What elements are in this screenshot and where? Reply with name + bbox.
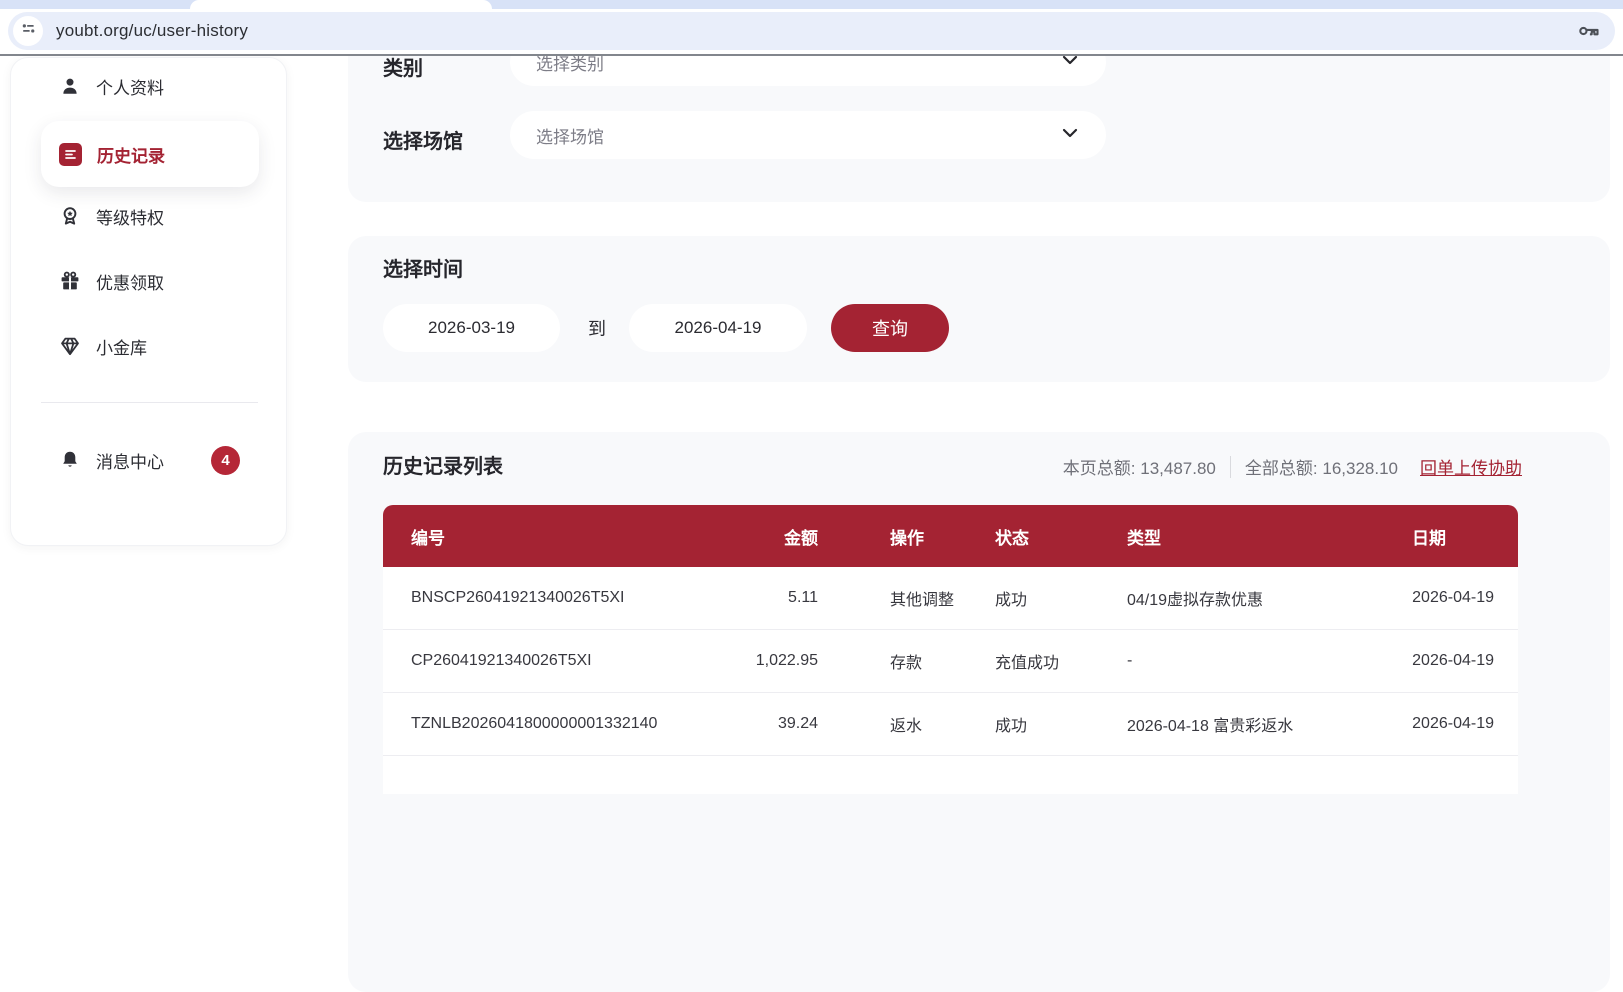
cell-date: 2026-04-19 bbox=[1412, 715, 1494, 732]
sidebar-item-label: 消息中心 bbox=[96, 452, 164, 472]
col-id: 编号 bbox=[411, 528, 445, 548]
table-row: CP26041921340026T5XI 1,022.95 存款 充值成功 - … bbox=[383, 630, 1518, 693]
table-header-row: 编号 金额 操作 状态 类型 日期 bbox=[383, 505, 1518, 567]
browser-active-tab[interactable] bbox=[190, 0, 492, 9]
col-type: 类型 bbox=[1127, 528, 1161, 548]
history-table: 编号 金额 操作 状态 类型 日期 BNSCP26041921340026T5X… bbox=[383, 505, 1518, 794]
cell-status: 充值成功 bbox=[995, 655, 1060, 672]
sidebar-item-profile[interactable]: 个人资料 bbox=[59, 70, 164, 102]
cell-amount: 39.24 bbox=[777, 715, 818, 732]
totals-divider bbox=[1229, 455, 1231, 478]
col-action: 操作 bbox=[890, 528, 924, 548]
page-total: 本页总额: 13,487.80 bbox=[1062, 459, 1216, 478]
col-status: 状态 bbox=[995, 528, 1029, 548]
tune-icon bbox=[20, 20, 37, 42]
col-amount: 金额 bbox=[784, 528, 818, 548]
bell-icon bbox=[59, 449, 81, 471]
cell-type: 04/19虚拟存款优惠 bbox=[1127, 592, 1264, 609]
browser-toolbar: youbt.org/uc/user-history bbox=[0, 9, 1623, 54]
venue-placeholder: 选择场馆 bbox=[536, 127, 604, 147]
sidebar-divider bbox=[41, 402, 258, 403]
url-bar[interactable]: youbt.org/uc/user-history bbox=[8, 12, 1615, 50]
person-icon bbox=[59, 75, 81, 97]
cell-action: 返水 bbox=[890, 718, 923, 735]
cell-status: 成功 bbox=[995, 718, 1028, 735]
venue-label: 选择场馆 bbox=[383, 131, 463, 153]
cell-date: 2026-04-19 bbox=[1412, 589, 1494, 606]
sidebar-item-label: 等级特权 bbox=[96, 208, 164, 228]
receipt-upload-link[interactable]: 回单上传协助 bbox=[1420, 454, 1522, 479]
category-label: 类别 bbox=[383, 58, 423, 80]
sidebar-item-label: 小金库 bbox=[96, 338, 147, 358]
table-row: BNSCP26041921340026T5XI 5.11 其他调整 成功 04/… bbox=[383, 567, 1518, 630]
time-title: 选择时间 bbox=[383, 259, 463, 281]
search-button[interactable]: 查询 bbox=[831, 304, 949, 352]
table-row-partial bbox=[383, 756, 1518, 794]
table-row: TZNLB2026041800000001332140 39.24 返水 成功 … bbox=[383, 693, 1518, 756]
browser-tabstrip bbox=[0, 0, 1623, 9]
history-card: 历史记录列表 本页总额: 13,487.80 全部总额: 16,328.10 回… bbox=[348, 432, 1610, 992]
cell-type: 2026-04-18 富贵彩返水 bbox=[1127, 718, 1294, 735]
cell-action: 存款 bbox=[890, 655, 923, 672]
to-label: 到 bbox=[588, 319, 606, 339]
sidebar-item-label: 历史记录 bbox=[97, 146, 165, 166]
cell-id: BNSCP26041921340026T5XI bbox=[411, 589, 625, 606]
sidebar-item-history[interactable]: 历史记录 bbox=[41, 121, 259, 187]
site-settings-chip[interactable] bbox=[13, 16, 43, 46]
totals-bar: 本页总额: 13,487.80 全部总额: 16,328.10 回单上传协助 bbox=[1063, 454, 1522, 479]
sidebar-item-label: 优惠领取 bbox=[96, 273, 164, 293]
cell-amount: 1,022.95 bbox=[755, 652, 818, 669]
chevron-down-icon bbox=[1060, 123, 1080, 148]
sidebar-item-label: 个人资料 bbox=[96, 78, 164, 98]
col-date: 日期 bbox=[1412, 528, 1446, 548]
cell-amount: 5.11 bbox=[788, 589, 818, 606]
cell-type: - bbox=[1127, 652, 1133, 669]
sidebar-item-messages[interactable]: 消息中心 bbox=[59, 444, 164, 476]
sidebar-item-level[interactable]: 等级特权 bbox=[59, 200, 164, 232]
cell-date: 2026-04-19 bbox=[1412, 652, 1494, 669]
cell-id: CP26041921340026T5XI bbox=[411, 652, 592, 669]
time-filter-card: 选择时间 2026-03-19 到 2026-04-19 查询 bbox=[348, 236, 1610, 382]
venue-select[interactable]: 选择场馆 bbox=[510, 111, 1106, 159]
toolbar-divider bbox=[0, 54, 1623, 56]
history-title: 历史记录列表 bbox=[383, 456, 503, 478]
date-from-input[interactable]: 2026-03-19 bbox=[383, 304, 560, 352]
gem-icon bbox=[59, 335, 81, 357]
sidebar-item-vault[interactable]: 小金库 bbox=[59, 330, 147, 362]
document-icon bbox=[59, 142, 82, 166]
sidebar: 个人资料 历史记录 等级特权 优惠领取 小金库 消息中心 4 bbox=[10, 57, 287, 546]
cell-status: 成功 bbox=[995, 592, 1028, 609]
date-to-input[interactable]: 2026-04-19 bbox=[629, 304, 807, 352]
all-total: 全部总额: 16,328.10 bbox=[1244, 459, 1398, 478]
password-key-icon[interactable] bbox=[1577, 19, 1601, 43]
gift-icon bbox=[59, 270, 81, 292]
url-text[interactable]: youbt.org/uc/user-history bbox=[56, 12, 248, 50]
medal-icon bbox=[59, 205, 81, 227]
cell-id: TZNLB2026041800000001332140 bbox=[411, 715, 658, 732]
message-count-badge: 4 bbox=[211, 446, 240, 475]
sidebar-item-promo[interactable]: 优惠领取 bbox=[59, 265, 164, 297]
table-body: BNSCP26041921340026T5XI 5.11 其他调整 成功 04/… bbox=[383, 567, 1518, 794]
cell-action: 其他调整 bbox=[890, 592, 955, 609]
